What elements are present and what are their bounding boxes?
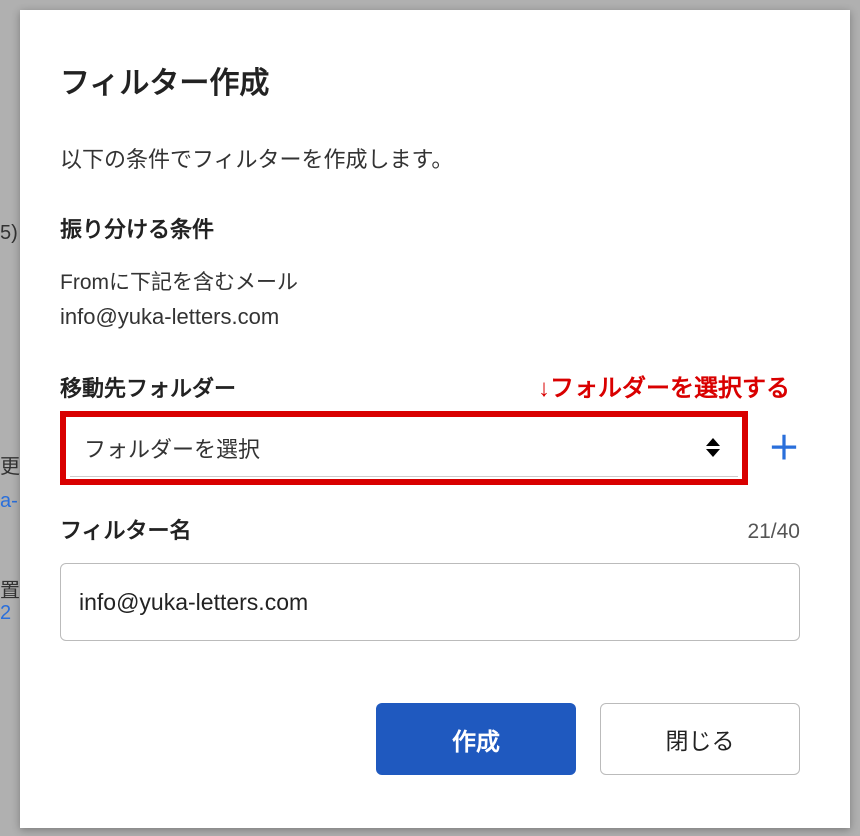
annotation-text: ↓フォルダーを選択する [538,368,790,403]
bg-text: 更 [0,450,20,479]
bg-text: 5) [0,222,18,245]
condition-description: Fromに下記を含むメール [60,266,800,296]
intro-text: 以下の条件でフィルターを作成します。 [60,142,800,174]
condition-value: info@yuka-letters.com [60,304,800,330]
annotation-highlight-box: フォルダーを選択 [60,411,748,485]
bg-text: 2 [0,602,11,625]
folder-select-dropdown[interactable]: フォルダーを選択 [70,419,738,477]
filter-name-input[interactable] [60,563,800,641]
bg-text: 置 [0,574,20,603]
destination-folder-label: 移動先フォルダー [60,371,236,403]
filter-create-dialog: フィルター作成 以下の条件でフィルターを作成します。 振り分ける条件 Fromに… [20,10,850,828]
dialog-title: フィルター作成 [60,58,800,102]
add-folder-button[interactable]: ＋ [768,432,800,464]
create-button[interactable]: 作成 [376,703,576,775]
close-button[interactable]: 閉じる [600,703,800,775]
bg-text: a- [0,490,18,513]
conditions-label: 振り分ける条件 [60,212,800,244]
character-counter: 21/40 [747,520,800,544]
updown-icon [706,438,720,457]
filter-name-label: フィルター名 [60,513,192,545]
select-placeholder: フォルダーを選択 [84,432,260,464]
